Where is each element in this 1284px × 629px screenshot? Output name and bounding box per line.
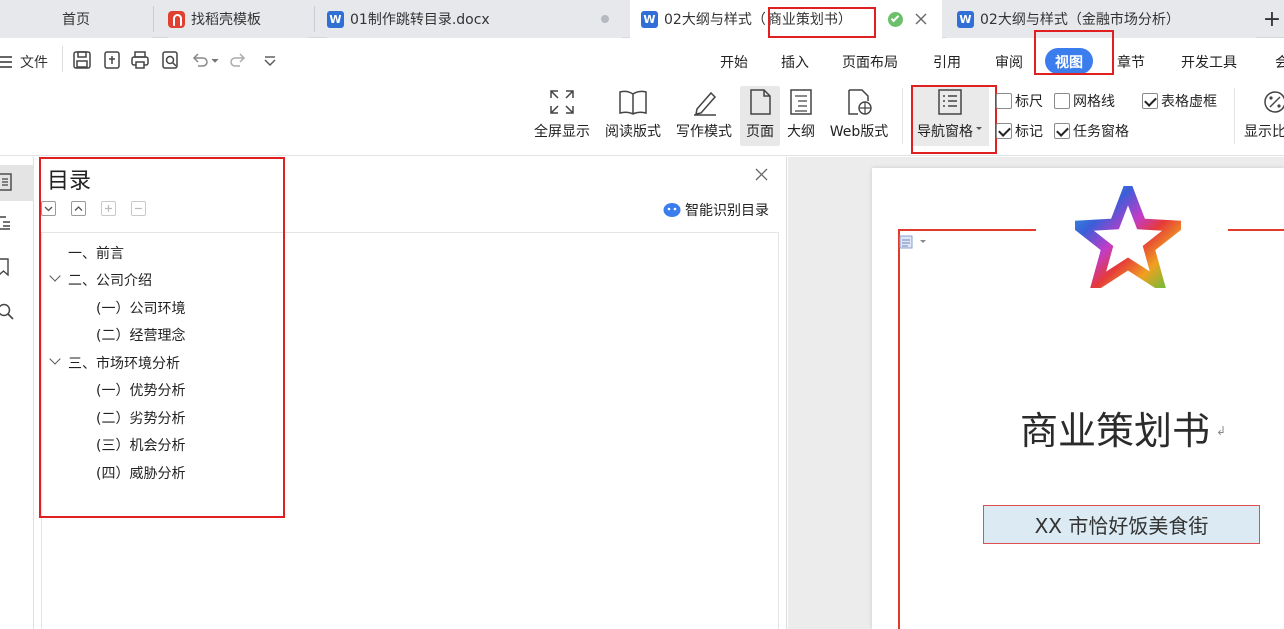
writing-mode-label: 写作模式 [676,124,732,140]
zoom-percent-icon [1264,91,1284,113]
paragraph-handle-icon[interactable] [898,234,930,250]
tab-label: 02大纲与样式（ [664,12,766,28]
menu-references[interactable]: 引用 [933,52,961,72]
print-preview-icon[interactable] [160,50,180,70]
page-layout-button[interactable]: 页面 [740,86,780,146]
fullscreen-button[interactable]: 全屏显示 [530,86,594,146]
markup-label: 标记 [1015,124,1043,140]
menu-developer-tools[interactable]: 开发工具 [1181,52,1237,72]
file-menu-button[interactable]: 文件 [0,52,48,72]
menu-member[interactable]: 会 [1275,52,1284,72]
tab-doc-01[interactable]: W 01制作跳转目录.docx [327,0,622,38]
tab-label: 02大纲与样式（金融市场分析） [980,12,1180,28]
undo-icon[interactable] [190,50,210,70]
search-rail-icon[interactable] [0,303,15,321]
fullscreen-icon [550,90,574,114]
reading-layout-button[interactable]: 阅读版式 [600,86,666,146]
page-icon [750,89,771,115]
print-icon[interactable] [130,50,150,70]
web-layout-button[interactable]: Web版式 [824,86,894,146]
web-page-icon [848,89,872,115]
smart-robot-icon [663,203,681,217]
smart-recognize-label: 智能识别目录 [685,203,769,219]
open-book-icon [619,90,647,115]
checkbox-box-checked [1054,123,1070,139]
ruler-label: 标尺 [1015,94,1043,110]
save-icon[interactable] [72,50,92,70]
bookmark-rail-icon[interactable] [0,258,12,276]
highlight-box-tab-title [768,7,876,38]
page-layout-label: 页面 [746,124,774,140]
docer-icon [168,10,185,28]
checkbox-box [1054,93,1070,109]
customize-quick-access-icon[interactable] [260,50,280,70]
export-icon[interactable] [102,50,122,70]
unsaved-dot-icon [601,15,609,23]
markup-checkbox[interactable]: 标记 [996,121,1043,141]
checkbox-box [996,93,1012,109]
menu-review[interactable]: 审阅 [995,52,1023,72]
document-subtitle: XX 市恰好饭美食街 [1034,514,1209,538]
menu-chapter[interactable]: 章节 [1117,52,1145,72]
pen-icon [694,91,717,116]
saved-check-icon [888,12,903,27]
new-tab-button[interactable]: + [1260,0,1284,38]
tab-label: 首页 [62,12,90,28]
close-nav-panel-icon[interactable] [755,168,768,181]
wps-writer-icon: W [327,10,344,28]
tab-label: 找稻壳模板 [191,12,261,28]
menu-insert[interactable]: 插入 [781,52,809,72]
zoom-display-button[interactable]: 显示比 [1244,86,1284,146]
highlight-box-navigation-pane [911,85,997,154]
rainbow-star-logo-icon [1075,186,1181,288]
fullscreen-label: 全屏显示 [534,124,590,140]
redo-icon[interactable] [228,50,248,70]
smart-recognize-toc-button[interactable]: 智能识别目录 [663,200,769,220]
wps-writer-icon: W [641,10,658,28]
toc-rail-icon[interactable] [0,173,14,191]
file-menu-label: 文件 [20,55,48,71]
undo-dropdown-icon[interactable] [210,50,220,70]
table-gridlines-label: 表格虚框 [1161,94,1217,110]
task-pane-label: 任务窗格 [1073,124,1129,140]
web-layout-label: Web版式 [829,124,889,140]
gridlines-label: 网格线 [1073,94,1115,110]
task-pane-checkbox[interactable]: 任务窗格 [1054,121,1129,141]
ruler-checkbox[interactable]: 标尺 [996,91,1043,111]
outline-button[interactable]: 大纲 [782,86,820,146]
menu-home[interactable]: 开始 [720,52,748,72]
hamburger-icon [0,56,12,68]
menu-page-layout[interactable]: 页面布局 [842,52,898,72]
reading-layout-label: 阅读版式 [605,124,661,140]
highlight-box-toc [39,157,285,518]
highlight-box-view-menu [1034,30,1114,75]
outline-icon [790,89,812,115]
document-subtitle-box[interactable]: XX 市恰好饭美食街 [983,505,1260,544]
gridlines-checkbox[interactable]: 网格线 [1054,91,1115,111]
table-gridlines-checkbox[interactable]: 表格虚框 [1142,91,1217,111]
tab-home[interactable]: 首页 [0,0,152,38]
outline-label: 大纲 [787,124,815,140]
wps-writer-icon: W [957,10,974,28]
tab-docer-templates[interactable]: 找稻壳模板 [168,0,308,38]
tab-label: 01制作跳转目录.docx [350,12,490,28]
close-tab-icon[interactable] [914,12,928,26]
zoom-display-label: 显示比 [1244,124,1284,140]
side-rail [0,157,34,629]
paragraph-mark-icon: ↲ [1216,424,1227,438]
checkbox-box-checked [1142,93,1158,109]
writing-mode-button[interactable]: 写作模式 [671,86,737,146]
checkbox-box-checked [996,123,1012,139]
headings-rail-icon[interactable] [0,214,14,232]
document-title: 商业策划书 [1020,409,1211,453]
